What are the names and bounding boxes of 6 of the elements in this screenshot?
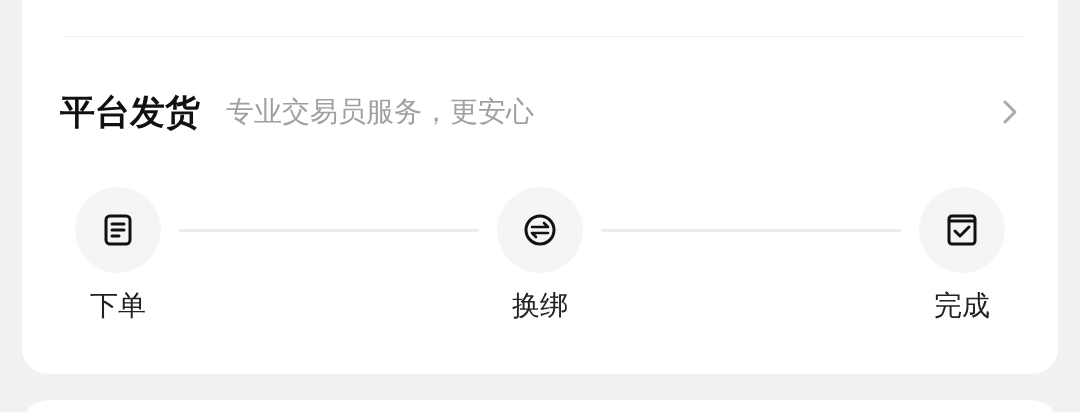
chevron-right-icon[interactable] [1002, 99, 1018, 125]
step-label: 完成 [934, 288, 990, 324]
step-label: 下单 [90, 288, 146, 324]
section-subtitle: 专业交易员服务，更安心 [226, 94, 534, 130]
step-label: 换绑 [512, 288, 568, 324]
section-title: 平台发货 [60, 90, 200, 134]
